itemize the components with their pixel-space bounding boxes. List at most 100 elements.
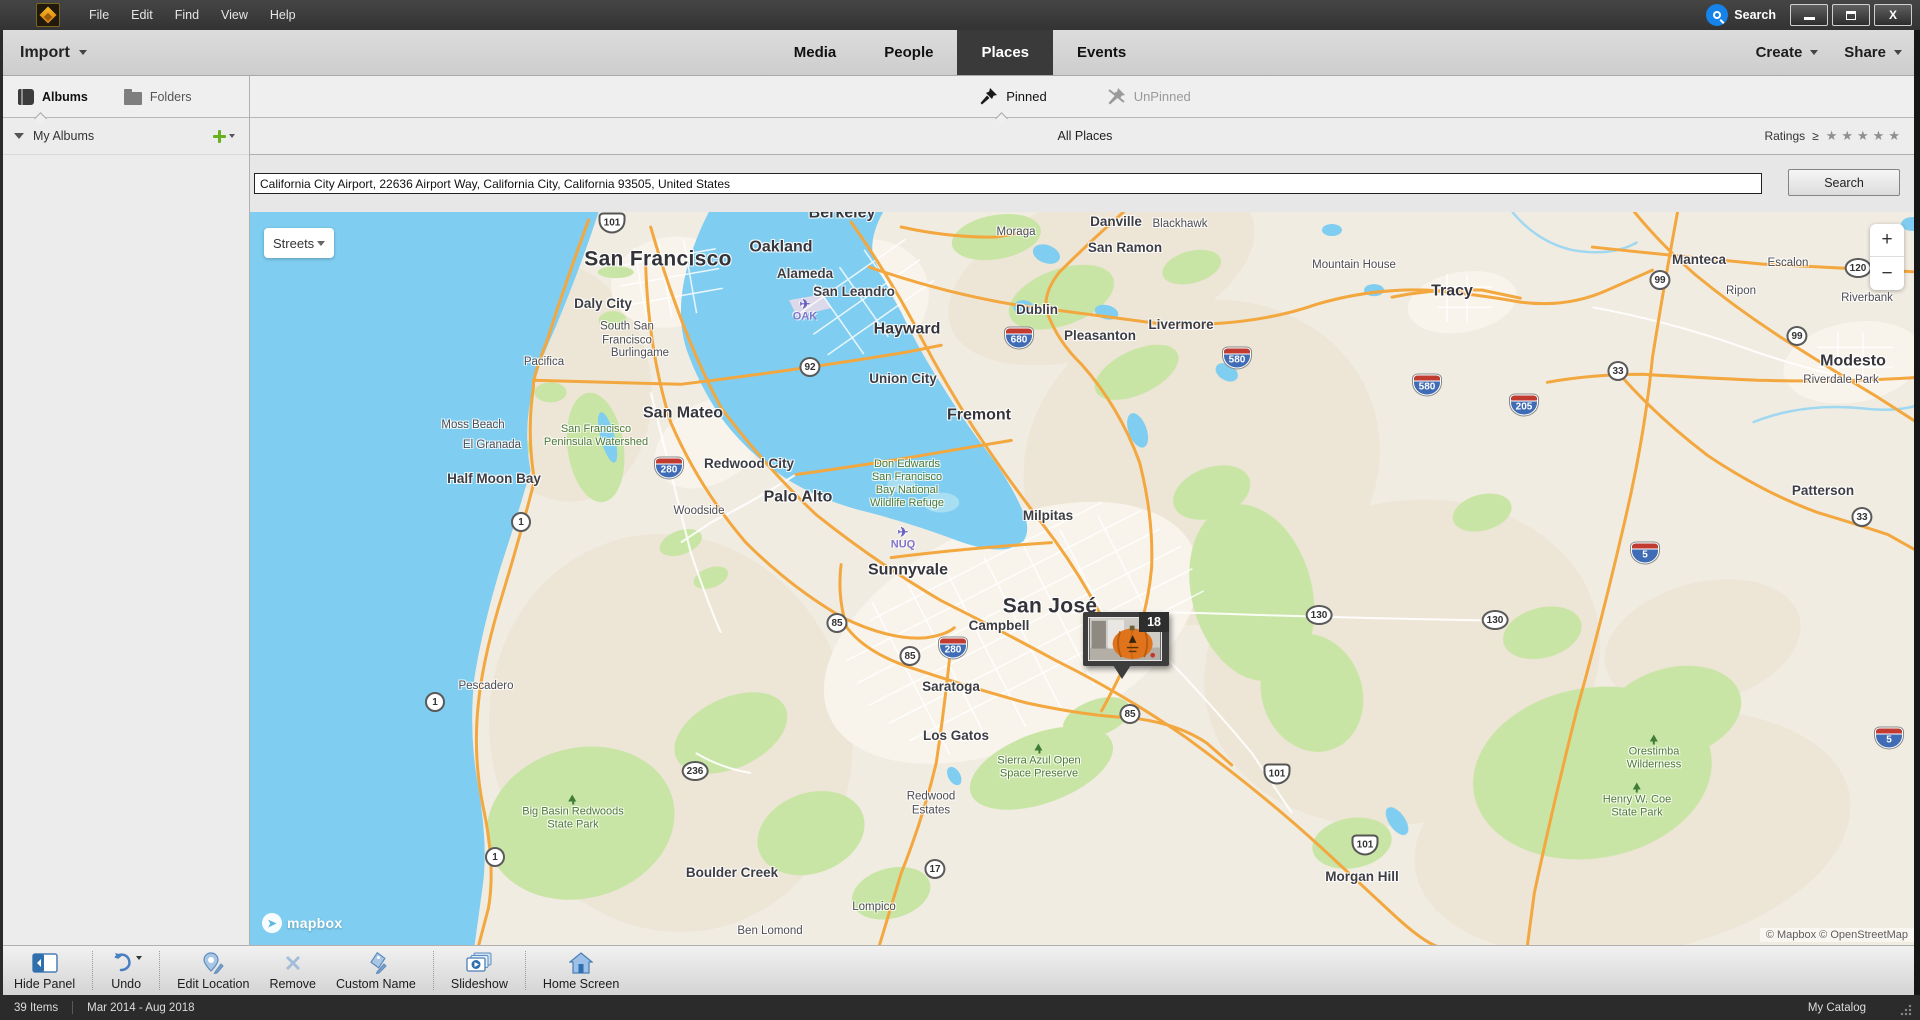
shield-number: 205 [1516, 402, 1533, 413]
highway-shield: 580 [1413, 375, 1441, 396]
map-canvas[interactable]: San FranciscoSan JoséBerkeleyOaklandAlam… [250, 212, 1920, 945]
highway-shield: 280 [655, 458, 683, 479]
pin-tab-unpinned[interactable]: UnPinned [1107, 76, 1191, 117]
menu-edit[interactable]: Edit [120, 0, 164, 30]
tab-people[interactable]: People [860, 30, 957, 75]
map-label-text: Fremont [947, 407, 1011, 424]
pin-tab-pinned[interactable]: Pinned [979, 76, 1046, 117]
shield-number: 120 [1850, 263, 1867, 274]
toolbar-item-label: Undo [111, 977, 141, 991]
zoom-in-button[interactable]: + [1870, 224, 1904, 257]
toolbar-divider [92, 951, 93, 990]
map-label: Sunnyvale [868, 562, 948, 581]
highway-shield: 33 [1607, 361, 1628, 381]
hide-panel-button[interactable]: Hide Panel [4, 946, 85, 995]
shield-number: 1 [432, 697, 438, 708]
my-albums-header[interactable]: My Albums [0, 118, 249, 155]
location-search-section: Search [250, 155, 1920, 212]
map-label: Pescadero [459, 680, 514, 694]
location-search-input[interactable] [254, 173, 1762, 194]
map-style-selector[interactable]: Streets [264, 228, 334, 258]
map-label-text: Henry W. Coe State Park [1603, 794, 1671, 819]
chevron-down-icon [1810, 50, 1818, 55]
slideshow-button[interactable]: Slideshow [441, 946, 518, 995]
map-label-text: Sierra Azul Open Space Preserve [997, 755, 1080, 780]
map-label-text: San Mateo [643, 405, 723, 422]
resize-grip[interactable] [1900, 1004, 1912, 1016]
highway-shield: 92 [799, 357, 820, 377]
albums-list-empty-area [0, 155, 249, 945]
map-label-text: Morgan Hill [1325, 869, 1399, 884]
remove-button[interactable]: Remove [259, 946, 326, 995]
map-label: Henry W. Coe State Park [1603, 783, 1671, 820]
app-logo-icon [36, 3, 60, 27]
map-label-text: Los Gatos [923, 728, 989, 743]
global-search-button[interactable]: Search [1706, 4, 1776, 26]
toolbar-item-label: Edit Location [177, 977, 249, 991]
highway-shield: 85 [899, 646, 920, 666]
catalog-name: My Catalog [1808, 1002, 1866, 1014]
tab-events[interactable]: Events [1053, 30, 1150, 75]
photo-stack-marker[interactable]: 18 [1083, 612, 1169, 666]
add-album-button[interactable] [213, 130, 235, 143]
panel-tab-folders[interactable]: Folders [124, 76, 192, 117]
rating-stars[interactable]: ★★★★★ [1826, 128, 1904, 144]
highway-shield: 236 [682, 761, 709, 781]
map-attribution[interactable]: © Mapbox © OpenStreetMap [1760, 928, 1914, 942]
maximize-button[interactable] [1832, 4, 1870, 26]
map-label: Ben Lomond [737, 925, 802, 939]
highway-shield: 85 [1119, 704, 1140, 724]
menu-file[interactable]: File [78, 0, 120, 30]
menu-help[interactable]: Help [259, 0, 307, 30]
custom-name-icon [364, 950, 388, 976]
pin-filter-row: Pinned UnPinned [250, 76, 1920, 118]
edit-location-button[interactable]: Edit Location [167, 946, 259, 995]
organizer-window: FileEditFindViewHelp Search X Import Med… [0, 0, 1920, 1020]
panel-tab-albums[interactable]: Albums [18, 76, 88, 117]
home-screen-button[interactable]: Home Screen [533, 946, 629, 995]
home-screen-icon [569, 950, 593, 976]
mapbox-logo[interactable]: ➤ mapbox [262, 913, 342, 933]
toolbar-divider [525, 951, 526, 990]
create-button[interactable]: Create [1756, 44, 1819, 61]
map-label-text: San Francisco Peninsula Watershed [544, 423, 648, 448]
edit-location-icon [201, 950, 225, 976]
search-icon [1706, 4, 1728, 26]
mapbox-wordmark: mapbox [287, 915, 342, 931]
shield-number: 85 [1124, 709, 1135, 720]
shield-number: 130 [1311, 610, 1328, 621]
menu-find[interactable]: Find [164, 0, 210, 30]
minimize-icon [1804, 17, 1815, 20]
map-label: Redwood City [704, 456, 794, 472]
folders-icon [124, 92, 142, 105]
map-label-text: Sunnyvale [868, 562, 948, 579]
shield-number: 101 [1269, 769, 1286, 780]
minimize-button[interactable] [1790, 4, 1828, 26]
map-label-text: Don Edwards San Francisco Bay National W… [870, 458, 944, 509]
tab-media[interactable]: Media [770, 30, 861, 75]
pin-icon [979, 87, 998, 106]
highway-shield: 33 [1851, 507, 1872, 527]
shield-number: 580 [1419, 382, 1436, 393]
share-button[interactable]: Share [1844, 44, 1902, 61]
tab-places[interactable]: Places [957, 30, 1053, 75]
shield-number: 580 [1229, 355, 1246, 366]
map-label: San Mateo [643, 405, 723, 424]
location-search-button[interactable]: Search [1788, 169, 1900, 196]
zoom-out-button[interactable]: − [1870, 257, 1904, 290]
undo-button[interactable]: Undo [100, 946, 152, 995]
shield-number: 280 [945, 645, 962, 656]
shield-number: 99 [1791, 331, 1802, 342]
custom-name-button[interactable]: Custom Name [326, 946, 426, 995]
map-label-text: Moss Beach [441, 419, 504, 431]
map-label-text: Boulder Creek [686, 865, 778, 880]
menu-view[interactable]: View [210, 0, 259, 30]
chevron-down-icon [1894, 50, 1902, 55]
highway-shield: 1 [485, 847, 505, 867]
close-button[interactable]: X [1874, 4, 1912, 26]
tree-icon [1650, 735, 1659, 745]
ratings-filter[interactable]: Ratings ≥ ★★★★★ [1764, 118, 1904, 154]
map-label-text: Big Basin Redwoods State Park [522, 806, 624, 831]
tree-icon [568, 795, 577, 805]
highway-shield: 17 [924, 859, 945, 879]
